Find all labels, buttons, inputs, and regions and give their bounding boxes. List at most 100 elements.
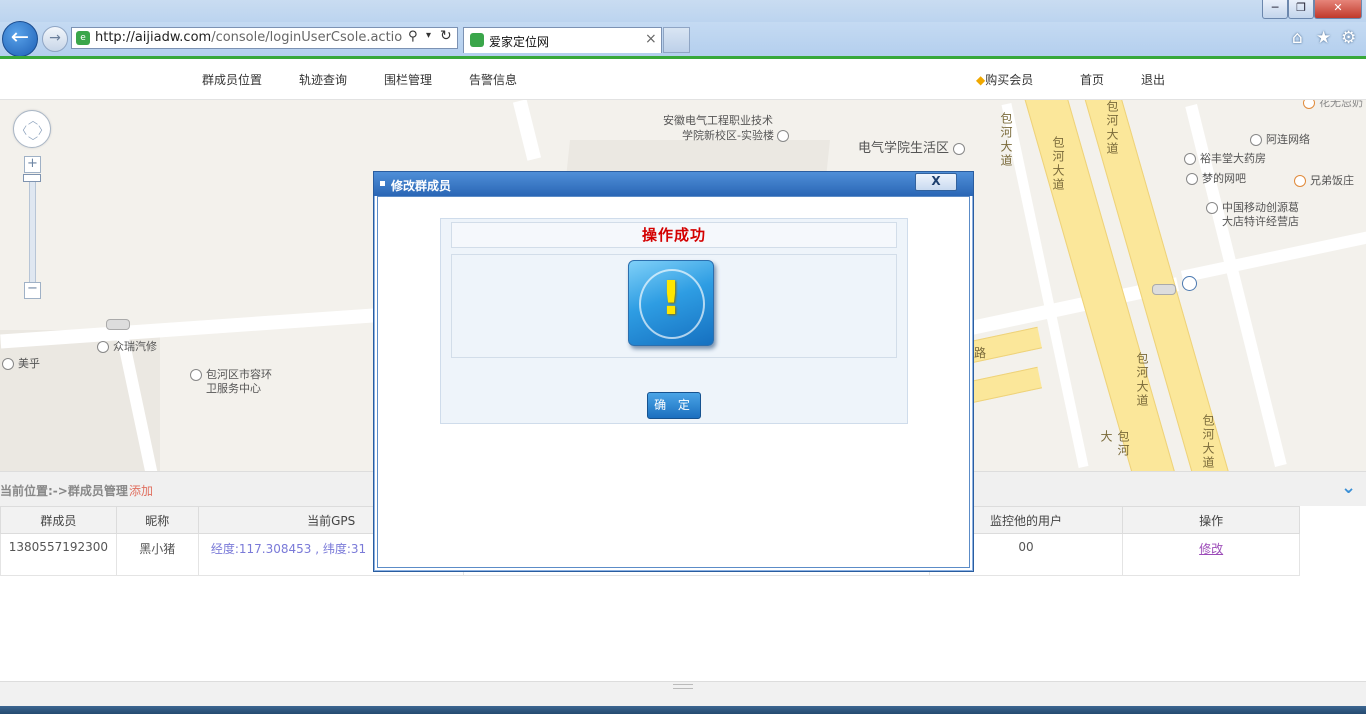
refresh-icon[interactable]: ↻ [440,28,452,44]
map-label-yufengtang-text: 裕丰堂大药房 [1200,152,1266,165]
vip-icon: ◆ [976,73,986,87]
exclamation-mark-shape: ! [660,271,682,325]
car-repair-icon [97,341,109,353]
gear-icon[interactable]: ⚙ [1341,28,1356,48]
bottom-splitter [0,681,1366,707]
nav-item-member-location[interactable]: 群成员位置 [202,71,262,88]
pan-right-icon[interactable]: 〉 [38,122,48,137]
map-road-label: 包河大道 [1051,136,1065,192]
close-window-button[interactable]: ✕ [1314,0,1362,19]
pan-up-icon[interactable]: ︿ [28,112,38,127]
star-icon[interactable]: ★ [1316,28,1331,48]
dialog-title-bullet-icon [380,181,385,186]
map-label-mengnet: 梦的网吧 [1186,170,1246,186]
map-road-label: 包河大道 [1201,414,1215,470]
col-header-action: 操作 [1122,506,1300,534]
restaurant-icon [1294,175,1306,187]
traffic-light-icon [106,319,130,333]
search-icon[interactable]: ⚲ [408,29,418,44]
breadcrumb: 当前位置:->群成员管理 [0,484,128,498]
map-label-meihu-text: 美乎 [18,357,40,370]
arrow-left-icon: ← [10,25,30,50]
url-domain: http://aijiadw.com [95,30,212,45]
map-label-college-2-text: 学院新校区-实验楼 [682,129,774,142]
pan-down-icon[interactable]: ﹀ [28,133,38,148]
poi-icon [777,130,790,142]
message-icon-area: ! [451,254,897,358]
edit-link[interactable]: 修改 [1199,542,1223,556]
map-label-college-2: 学院新校区-实验楼 [682,127,793,143]
map-label-xiongdi: 兄弟饭庄 [1294,172,1354,188]
buy-vip-link[interactable]: ◆购买会员 [976,71,1033,88]
bus-stop-icon [1182,276,1201,291]
buy-vip-label: 购买会员 [985,73,1034,87]
site-nav: 群成员位置 轨迹查询 围栏管理 告警信息 ◆购买会员 首页 退出 [0,59,1366,100]
double-chevron-down-icon[interactable]: ⌄ [1341,477,1356,498]
zoom-in-button[interactable]: + [24,156,41,173]
maximize-button[interactable]: ❐ [1288,0,1314,19]
nav-item-track-query[interactable]: 轨迹查询 [299,71,347,88]
map-road-label: 包河大道 [1105,100,1119,156]
map-label-xiongdi-text: 兄弟饭庄 [1310,174,1354,187]
traffic-light-shape [106,319,130,330]
map-label-top-right-text: 花无忌奶 [1319,100,1363,109]
map-label-cmcc-2: 大店特许经营店 [1222,215,1299,228]
traffic-light-shape [1152,284,1176,295]
map-label-college: 安徽电气工程职业技术 [663,114,773,127]
map-road-label: 包河大 [1099,430,1130,458]
home-icon[interactable]: ⌂ [1292,28,1303,48]
map-label-dianqi: 电气学院生活区 [858,137,969,156]
poi-icon [1206,202,1218,214]
title-bar [0,0,1366,22]
map-label-zhongrui-text: 众瑞汽修 [113,340,157,353]
traffic-light-icon [1152,284,1176,298]
tab-favicon-icon [470,33,484,47]
map-label-yufengtang: 裕丰堂大药房 [1184,150,1266,166]
nav-home-link[interactable]: 首页 [1080,71,1104,88]
confirm-button[interactable]: 确 定 [647,392,701,419]
add-member-link[interactable]: 添加 [129,482,153,499]
cell-nickname: 黑小猪 [115,533,199,576]
site-favicon-icon: e [76,31,90,45]
bus-icon [1182,276,1197,291]
pan-left-icon[interactable]: 〈 [17,122,27,137]
chevron-down-icon[interactable]: ▾ [426,30,431,41]
dialog-title: 修改群成员 [391,179,452,193]
nav-item-fence-management[interactable]: 围栏管理 [384,71,432,88]
map-pan-control[interactable]: ︿ ﹀ 〈 〉 [13,110,51,148]
dialog-body: 操作成功 ! 确 定 [377,196,970,568]
dialog-close-button[interactable]: X [915,173,957,191]
map-road [512,100,542,161]
poi-icon [2,358,14,370]
zoom-out-button[interactable]: − [24,282,41,299]
browser-chrome: ─ ❐ ✕ ← → e http://aijiadw.com/console/l… [0,0,1366,57]
nav-logout-link[interactable]: 退出 [1141,71,1165,88]
success-message: 操作成功 [641,226,706,244]
map-label-mengnet-text: 梦的网吧 [1202,172,1246,185]
poi-icon [1250,134,1262,146]
resize-grip-icon[interactable] [673,684,693,689]
new-tab-button[interactable] [663,27,690,53]
os-taskbar [0,706,1366,714]
map-label-meihu: 美乎 [2,355,40,371]
url-text[interactable]: http://aijiadw.com/console/loginUserCsol… [95,30,403,46]
zoom-slider-thumb[interactable] [23,174,41,182]
forward-button[interactable]: → [42,26,68,52]
restaurant-icon [1303,100,1315,109]
nav-item-alarm-info[interactable]: 告警信息 [469,71,517,88]
message-box: 操作成功 ! 确 定 [440,218,908,424]
zoom-slider[interactable] [29,174,36,286]
map-label-top-right: 花无忌奶 [1303,100,1363,110]
browser-tab[interactable]: 爱家定位网 × [463,27,662,53]
minimize-button[interactable]: ─ [1262,0,1288,19]
map-label-baohe-city-2: 卫服务中心 [206,382,261,395]
back-button[interactable]: ← [2,21,38,57]
message-title-bar: 操作成功 [451,222,897,248]
tab-title: 爱家定位网 [489,35,550,49]
dialog-header[interactable]: 修改群成员 X [374,172,973,196]
map-label-alian: 阿连网络 [1250,131,1310,147]
map-road [1180,229,1366,283]
address-bar[interactable]: e http://aijiadw.com/console/loginUserCs… [71,27,458,49]
tab-close-icon[interactable]: × [645,31,657,47]
url-path: /console/loginUserCsole.action;jses [211,30,403,45]
